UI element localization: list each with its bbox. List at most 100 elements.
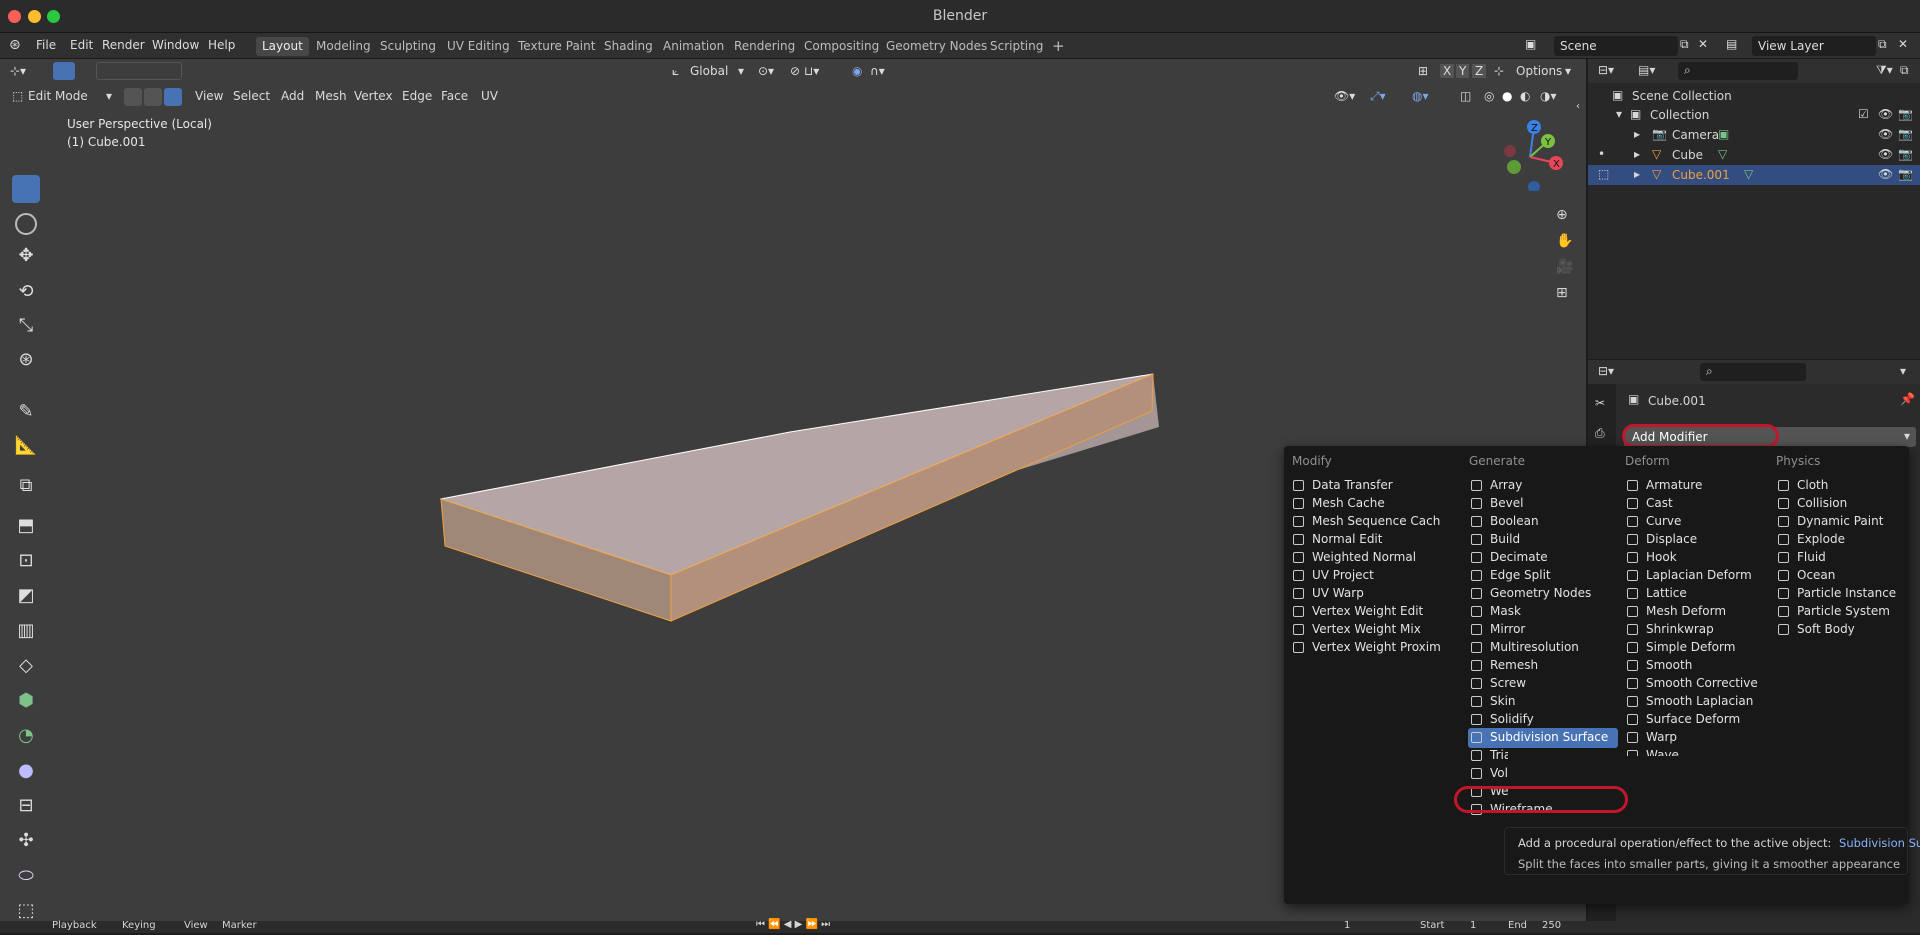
modifier-item-volume-to-mesh[interactable]: Volume to Mesh: [1468, 764, 1508, 784]
xray-icon[interactable]: ◫: [1460, 89, 1471, 103]
move-icon[interactable]: ✥: [12, 245, 40, 273]
modifier-item-vertex-weight-proximity[interactable]: Vertex Weight Proximity: [1290, 638, 1440, 658]
playback-menu[interactable]: Playback: [52, 920, 97, 931]
current-frame-field[interactable]: 1: [1344, 920, 1350, 931]
falloff-icon[interactable]: ∩▾: [870, 64, 885, 78]
outliner-row-camera[interactable]: ▸ 📷 Camera ▣ 👁 📷: [1588, 125, 1920, 145]
camera-render-icon[interactable]: 📷: [1898, 127, 1913, 141]
tab-animation[interactable]: Animation: [657, 37, 730, 56]
add-cube-icon[interactable]: ⧉: [12, 475, 40, 503]
eye-icon[interactable]: 👁: [1878, 167, 1893, 181]
view-layer-icon[interactable]: ▤: [1726, 37, 1737, 51]
modifier-item-vertex-weight-mix[interactable]: Vertex Weight Mix: [1290, 620, 1440, 640]
face-select-mode-button[interactable]: [164, 88, 182, 106]
modifier-item-edge-split[interactable]: Edge Split: [1468, 566, 1618, 586]
playback-controls[interactable]: ⏮ ⏪ ◀ ▶ ⏩ ⏭: [756, 919, 830, 930]
view-layer-field[interactable]: View Layer: [1752, 36, 1876, 56]
rendered-shading-icon[interactable]: ◑▾: [1540, 89, 1557, 103]
menu-file[interactable]: File: [36, 38, 56, 52]
modifier-item-mesh-cache[interactable]: Mesh Cache: [1290, 494, 1440, 514]
editor-type-icon[interactable]: ⊹▾: [10, 64, 26, 78]
select-mode-buttons[interactable]: [96, 62, 182, 80]
modifier-item-multiresolution[interactable]: Multiresolution: [1468, 638, 1618, 658]
modifier-item-dynamic-paint[interactable]: Dynamic Paint: [1775, 512, 1920, 532]
scene-icon[interactable]: ▣: [1525, 37, 1536, 51]
modifier-item-weighted-normal[interactable]: Weighted Normal: [1290, 548, 1440, 568]
tab-modeling[interactable]: Modeling: [310, 37, 377, 56]
tab-geometry-nodes[interactable]: Geometry Nodes: [880, 37, 993, 56]
modifier-item-boolean[interactable]: Boolean: [1468, 512, 1618, 532]
modifier-item-data-transfer[interactable]: Data Transfer: [1290, 476, 1440, 496]
mirror-x-toggle[interactable]: X: [1440, 64, 1455, 78]
tab-rendering[interactable]: Rendering: [728, 37, 801, 56]
modifier-item-collision[interactable]: Collision: [1775, 494, 1920, 514]
wireframe-shading-icon[interactable]: ◎: [1484, 89, 1494, 103]
bevel-icon[interactable]: ◩: [12, 585, 40, 613]
blender-logo-icon[interactable]: ⊛: [9, 37, 21, 53]
modifier-item-displace[interactable]: Displace: [1624, 530, 1774, 550]
solid-shading-icon[interactable]: ●: [1502, 89, 1512, 103]
modifier-item-smooth-laplacian[interactable]: Smooth Laplacian: [1624, 692, 1774, 712]
vertex-select-mode-button[interactable]: [124, 88, 142, 106]
modifier-item-fluid[interactable]: Fluid: [1775, 548, 1920, 568]
expand-icon[interactable]: ▸: [1634, 147, 1640, 161]
outliner-row-cube[interactable]: • ▸ ▽ Cube ▽ 👁 📷: [1588, 145, 1920, 165]
eye-icon[interactable]: 👁: [1878, 147, 1893, 161]
modifier-item-wave[interactable]: Wave: [1624, 746, 1774, 756]
modifier-item-remesh[interactable]: Remesh: [1468, 656, 1618, 676]
expand-icon[interactable]: ▾: [1616, 107, 1622, 121]
modifier-item-hook[interactable]: Hook: [1624, 548, 1774, 568]
modifier-item-vertex-weight-edit[interactable]: Vertex Weight Edit: [1290, 602, 1440, 622]
tab-layout[interactable]: Layout: [256, 37, 309, 56]
outliner-row-cube-001[interactable]: ⬚ ▸ ▽ Cube.001 ▽ 👁 📷: [1588, 165, 1920, 185]
camera-render-icon[interactable]: 📷: [1898, 147, 1913, 161]
menu-uv[interactable]: UV: [481, 89, 498, 103]
annotate-icon[interactable]: ✎: [12, 401, 40, 429]
menu-edit[interactable]: Edit: [70, 38, 93, 52]
outliner-search-input[interactable]: ⌕: [1678, 62, 1798, 80]
mode-dropdown[interactable]: Edit Mode: [28, 89, 88, 103]
modifier-item-mask[interactable]: Mask: [1468, 602, 1618, 622]
tab-uv-editing[interactable]: UV Editing: [441, 37, 516, 56]
modifier-item-soft-body[interactable]: Soft Body: [1775, 620, 1920, 640]
modifier-item-build[interactable]: Build: [1468, 530, 1618, 550]
end-frame-field[interactable]: 250: [1542, 920, 1561, 931]
start-frame-field[interactable]: 1: [1470, 920, 1476, 931]
modifier-item-laplacian-deform[interactable]: Laplacian Deform: [1624, 566, 1774, 586]
tab-scripting[interactable]: Scripting: [984, 37, 1049, 56]
zoom-icon[interactable]: ⊕: [1556, 207, 1568, 223]
modifier-item-surface-deform[interactable]: Surface Deform: [1624, 710, 1774, 730]
modifier-item-particle-system[interactable]: Particle System: [1775, 602, 1920, 622]
modifier-item-bevel[interactable]: Bevel: [1468, 494, 1618, 514]
modifier-item-decimate[interactable]: Decimate: [1468, 548, 1618, 568]
poly-build-icon[interactable]: ⬢: [12, 690, 40, 718]
measure-icon[interactable]: 📐: [12, 435, 40, 463]
tab-texture-paint[interactable]: Texture Paint: [512, 37, 601, 56]
modifier-item-smooth[interactable]: Smooth: [1624, 656, 1774, 676]
navigation-gizmo[interactable]: Z Y X: [1496, 119, 1566, 191]
mirror-icon[interactable]: ⊞: [1418, 64, 1428, 78]
menu-add[interactable]: Add: [281, 89, 304, 103]
pivot-point-icon[interactable]: ⊙▾: [758, 64, 774, 78]
camera-render-icon[interactable]: 📷: [1898, 107, 1913, 121]
overlay-icon[interactable]: ◍▾: [1412, 89, 1429, 103]
tab-compositing[interactable]: Compositing: [798, 37, 885, 56]
modifier-item-triangulate[interactable]: Triangulate: [1468, 746, 1508, 766]
select-box-tool[interactable]: [12, 175, 40, 203]
knife-icon[interactable]: ◇: [12, 655, 40, 683]
scene-field[interactable]: Scene: [1554, 36, 1678, 56]
edge-select-mode-button[interactable]: [144, 88, 162, 106]
display-mode-icon[interactable]: ▤▾: [1638, 63, 1655, 77]
modifier-item-array[interactable]: Array: [1468, 476, 1618, 496]
eye-icon[interactable]: 👁: [1878, 127, 1893, 141]
transform-icon[interactable]: ⊛: [12, 349, 40, 377]
shear-icon[interactable]: ⬭: [12, 865, 40, 893]
keying-menu[interactable]: Keying: [122, 920, 156, 931]
modifier-item-mirror[interactable]: Mirror: [1468, 620, 1618, 640]
modifier-item-screw[interactable]: Screw: [1468, 674, 1618, 694]
properties-editor-icon[interactable]: ⊟▾: [1598, 364, 1614, 378]
expand-icon[interactable]: ▸: [1634, 127, 1640, 141]
menu-help[interactable]: Help: [208, 38, 235, 52]
new-collection-icon[interactable]: ⧉: [1900, 63, 1909, 78]
mirror-z-toggle[interactable]: Z: [1472, 64, 1487, 78]
